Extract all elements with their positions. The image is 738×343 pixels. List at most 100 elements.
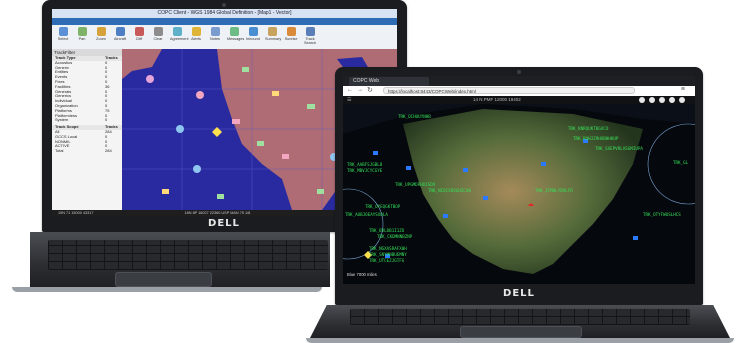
track-label[interactable]: TRK_OCHUUYNHB [398,114,431,119]
ribbon-button-label: Zoom [96,37,106,41]
track-label[interactable]: TRK_AABFSJGBL8 [347,162,382,167]
ribbon-button[interactable]: Cliff [132,27,146,41]
track-label[interactable]: TRK_MBVJCYCGYE [347,168,382,173]
row-value: 0 [105,117,108,123]
browser-toolbar: ← → ↻ https://localhost:8443/COPCWeb/ind… [343,86,695,96]
left-keyboard [48,240,328,270]
ribbon-button-label: Pan [78,37,86,41]
ribbon-button-label: Select [57,37,69,41]
dell-logo: DELL [503,288,535,299]
url-field[interactable]: https://localhost:8443/COPCWeb/index.htm… [383,87,635,94]
app-title: COPC Client - WGS 1984 Global Definition… [52,9,397,18]
ribbon-button-label: Cliff [135,37,143,41]
ribbon-tabs: HomeViewFiltersTactical AlertsCommsTools… [52,18,397,33]
track-label[interactable]: TRK_SXEPVRLXSGMIUPA [595,146,643,151]
ribbon-button-icon [153,27,163,36]
ribbon-button-label: Aircraft [113,37,127,41]
ribbon-button[interactable]: Alerts [189,27,203,41]
ribbon-button-icon [210,27,220,36]
settings-icon[interactable] [669,97,675,103]
ribbon-button-icon [115,27,125,36]
ribbon-button[interactable]: Pan [75,27,89,41]
ribbon-button-label: Messages [227,37,245,41]
track-label[interactable]: TRK_RQHJZRHXBHHKUP [573,136,618,141]
track-label[interactable]: TRK_SNYMNBUEMNY [369,252,407,257]
search-icon[interactable] [639,97,645,103]
ribbon-button-icon [286,27,296,36]
ribbon-button-label: Agreement [170,37,189,41]
layers-icon[interactable] [649,97,655,103]
table-row[interactable]: Total 284 [52,148,122,154]
ribbon-button-label: Track Search [303,37,317,45]
left-touchpad [115,272,212,287]
dell-logo: DELL [208,218,240,229]
ribbon-button-icon [267,27,277,36]
satellite-map[interactable]: TRK_OCHUUYNHB TRK_KNRQUKTBGXCO TRK_RQHJZ… [343,104,695,284]
track-label[interactable]: TRK_NIQCSRXGHZCAB [428,188,471,193]
user-icon[interactable] [679,97,685,103]
track-label[interactable]: TRK_BVLDB1I1ZO [369,228,404,233]
ribbon-button[interactable]: Messages [227,27,245,41]
right-touchpad [460,326,582,338]
webcam [517,70,521,74]
ribbon-button-label: Inbound [246,37,260,41]
ribbon-button-icon [96,27,106,36]
right-keyboard [350,309,690,325]
browser-tab[interactable]: COPC Web [349,77,429,86]
table-row[interactable]: System 0 [52,118,122,123]
ribbon-button-icon [305,27,315,36]
ribbon-button[interactable]: Notes [208,27,222,41]
ribbon-button[interactable]: Sunrise [284,27,298,41]
back-icon[interactable]: ← [347,87,353,93]
browser-tab-bar: COPC Web [343,76,695,86]
ribbon-button[interactable]: Select [56,27,70,41]
track-filter-panel: TrackFilter Track Type Tracks Acoustics 0… [52,49,123,210]
row-name: System [55,117,69,123]
ribbon-button[interactable]: Zoom [94,27,108,41]
ribbon-button[interactable]: Inbound [246,27,260,41]
row-name: Total [55,148,64,154]
ribbon-button[interactable]: Agreement [170,27,189,41]
reload-icon[interactable]: ↻ [367,86,373,94]
ribbon-body: Select Pan Zoom Aircraft Cliff Clear Agreement… [52,25,397,50]
left-laptop-front [12,287,322,292]
track-label[interactable]: TRK_UPGMDRHXISDX [395,182,435,187]
ribbon-button-label: Clear [153,37,163,41]
track-label[interactable]: TRK_UTCEZJGTFG [369,258,404,263]
track-label[interactable]: TRK_CKDMNNBZNP [377,234,412,239]
zoom-scale: Blue 7000 miles [347,272,377,277]
ribbon-button-icon [134,27,144,36]
ribbon-button-icon [77,27,87,36]
forward-icon[interactable]: → [357,87,363,93]
left-laptop-deck [30,232,330,287]
panel-rows: Acoustics 0 Generic 0 Entities 0 Events 0 Fixes 0… [52,60,122,123]
coordinate-readout: 14 N PMF 12000 19402 [473,97,521,102]
app-toolbar: ☰ 14 N PMF 12000 19402 [343,96,695,104]
track-label[interactable]: TRK_KNRQUKTBGXCO [568,126,608,131]
track-label[interactable]: TRK_GL [673,160,688,165]
track-label[interactable]: TRK_OYEQGKTBOP [365,204,400,209]
app-menu-icon[interactable]: ☰ [347,97,351,103]
ribbon-button-label: Sunrise [284,37,298,41]
ribbon-button-icon [58,27,68,36]
ribbon-button[interactable]: Summary [265,27,281,41]
right-screen: COPC Web ← → ↻ https://localhost:8443/CO… [343,76,695,284]
panel2-rows: All 284 GCCS Local 0 NONMIL 0 ACTIVE 0 Total 284 [52,129,122,154]
track-label[interactable]: TRK_ZCMHLYDVLFR [535,188,573,193]
row-value: 284 [105,148,112,154]
ribbon-button[interactable]: Track Search [303,27,317,45]
track-label[interactable]: TRK_OTYFWUSLHCS [643,212,681,217]
info-icon[interactable] [659,97,665,103]
ribbon-button[interactable]: Clear [151,27,165,41]
ribbon-button-icon [191,27,201,36]
status-item: 19N 71 15000 43317 [58,211,94,215]
menu-icon[interactable]: ≡ [681,86,685,93]
map-svg [343,104,695,274]
track-label[interactable]: TRK_NGXASRAFX0H [369,246,407,251]
status-item: 18N 8P 16027 22360 USP MAN 75 1/8 [184,211,251,215]
ribbon-button[interactable]: Aircraft [113,27,127,41]
land-northwest [122,49,162,79]
ribbon-button-label: Notes [210,37,220,41]
track-label[interactable]: TRK_AUBJOEAYSXQLA [345,212,388,217]
ribbon-button-label: Alerts [191,37,201,41]
